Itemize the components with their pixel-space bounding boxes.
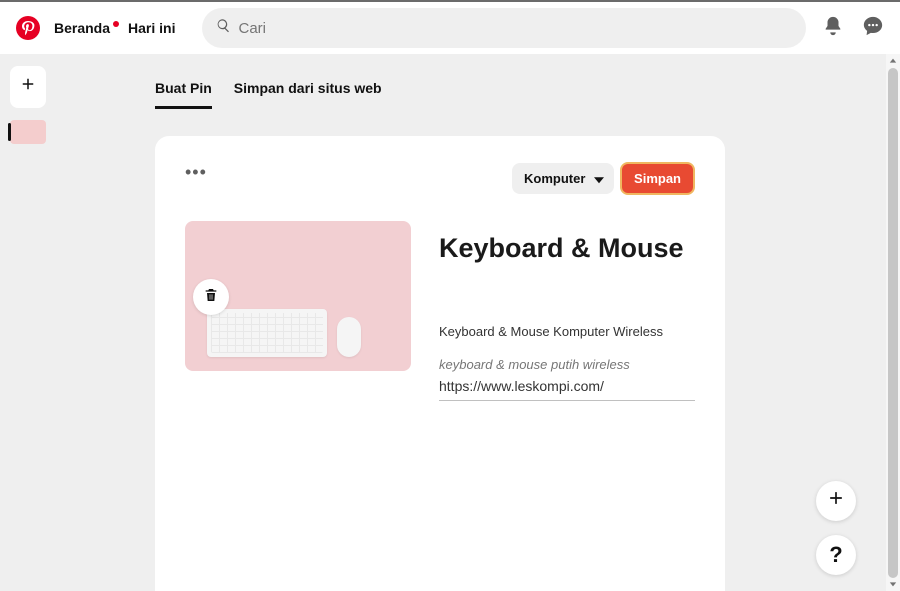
- board-select-wrap: Komputer: [512, 163, 614, 194]
- scroll-up-button[interactable]: [886, 54, 900, 68]
- board-select[interactable]: Komputer: [512, 163, 614, 194]
- image-column: [185, 221, 411, 401]
- pin-alt-text[interactable]: keyboard & mouse putih wireless: [439, 357, 695, 372]
- vertical-scrollbar[interactable]: [886, 54, 900, 591]
- pinterest-logo-icon[interactable]: [16, 16, 40, 40]
- nav-home[interactable]: Beranda: [54, 20, 110, 36]
- nav-today[interactable]: Hari ini: [128, 20, 175, 36]
- tab-save-from-web[interactable]: Simpan dari situs web: [234, 80, 382, 109]
- destination-link-input[interactable]: [439, 372, 695, 401]
- form-column: Keyboard & Mouse Keyboard & Mouse Komput…: [439, 221, 695, 401]
- scroll-down-button[interactable]: [886, 577, 900, 591]
- workspace: Buat Pin Simpan dari situs web ••• Kompu…: [0, 54, 886, 591]
- fab-add-button[interactable]: [816, 481, 856, 521]
- nav-home-label: Beranda: [54, 20, 110, 36]
- search-input[interactable]: [239, 20, 793, 37]
- pin-description[interactable]: Keyboard & Mouse Komputer Wireless: [439, 324, 695, 339]
- pin-title[interactable]: Keyboard & Mouse: [439, 233, 695, 264]
- left-rail: [10, 66, 46, 144]
- overflow-menu-button[interactable]: •••: [185, 167, 207, 191]
- scroll-thumb[interactable]: [888, 68, 898, 578]
- plus-icon: [826, 488, 846, 514]
- keyboard-graphic: [207, 309, 327, 357]
- search-icon: [216, 18, 231, 38]
- pin-editor-card: ••• Komputer Simpan: [155, 136, 725, 591]
- editor-tabs: Buat Pin Simpan dari situs web: [155, 80, 382, 109]
- bell-icon[interactable]: [822, 15, 844, 42]
- window-chrome-border: [0, 0, 900, 2]
- save-button[interactable]: Simpan: [620, 162, 695, 195]
- top-nav-bar: Beranda Hari ini: [0, 2, 900, 54]
- delete-image-button[interactable]: [193, 279, 229, 315]
- add-pin-tile[interactable]: [10, 66, 46, 108]
- search-bar[interactable]: [202, 8, 807, 48]
- notification-dot-icon: [113, 21, 119, 27]
- pin-thumbnail[interactable]: [10, 120, 46, 144]
- fab-help-button[interactable]: ?: [816, 535, 856, 575]
- mouse-graphic: [337, 317, 361, 357]
- fab-column: ?: [816, 481, 856, 575]
- tab-create-pin[interactable]: Buat Pin: [155, 80, 212, 109]
- trash-icon: [203, 287, 219, 308]
- chat-icon[interactable]: [862, 15, 884, 42]
- plus-icon: [19, 75, 37, 99]
